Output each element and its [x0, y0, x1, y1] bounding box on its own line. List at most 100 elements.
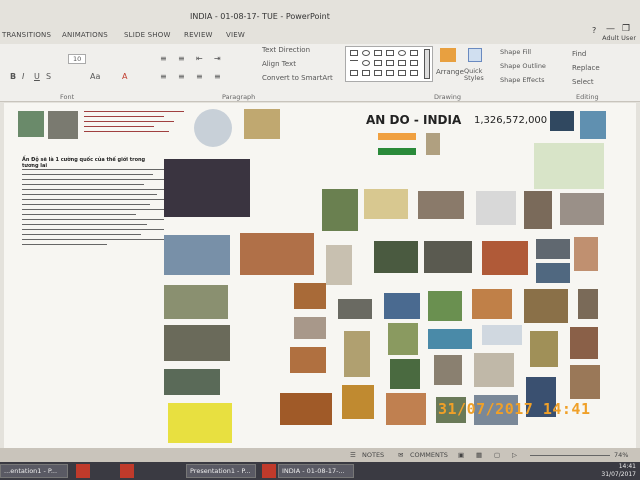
tab-view[interactable]: VIEW [226, 31, 245, 39]
callout-shape-icon[interactable] [398, 70, 406, 76]
tab-transitions[interactable]: TRANSITIONS [2, 31, 51, 39]
street-photo [322, 189, 358, 231]
protest-photo [164, 325, 230, 361]
callout-shape-icon[interactable] [410, 70, 418, 76]
square-shape-icon[interactable] [374, 60, 382, 66]
powerpoint-icon[interactable] [262, 464, 276, 478]
taskbar-item[interactable]: Presentation1 - P... [186, 464, 256, 478]
bazaar-photo [472, 289, 512, 319]
palace-photo [474, 353, 514, 387]
slideshow-icon[interactable]: ▷ [512, 451, 517, 459]
arrow-shape-icon[interactable] [398, 60, 406, 66]
normal-view-icon[interactable]: ▣ [458, 451, 464, 459]
shape-outline-button[interactable]: Shape Outline [500, 62, 546, 70]
align-text-button[interactable]: Align Text [262, 60, 296, 68]
reading-view-icon[interactable]: ▢ [494, 451, 500, 459]
dancer-photo [570, 327, 598, 359]
notes-icon[interactable]: ☰ [350, 451, 356, 459]
arrange-button[interactable]: Arrange [436, 68, 464, 76]
hawa-mahal-photo [386, 393, 426, 425]
brace-shape-icon[interactable] [374, 70, 382, 76]
slide-canvas[interactable]: AN DO - INDIA 1,326,572,000 Ấn Độ sẽ là … [4, 103, 636, 448]
taskbar-item[interactable]: INDIA - 01-08-17-... [278, 464, 354, 478]
banyan-tree-photo [390, 359, 420, 389]
quick-styles-button[interactable]: Quick Styles [464, 68, 490, 82]
tab-animations[interactable]: ANIMATIONS [62, 31, 108, 39]
justify-icon[interactable]: ≡ [214, 72, 221, 81]
star-shape-icon[interactable] [386, 70, 394, 76]
bold-button[interactable]: B [10, 72, 16, 81]
night-map-image [550, 111, 574, 131]
quick-styles-icon[interactable] [468, 48, 482, 62]
comments-button[interactable]: COMMENTS [410, 451, 448, 459]
oval-shape-icon[interactable] [398, 50, 406, 56]
replace-button[interactable]: Replace [572, 64, 600, 72]
bullets-icon[interactable]: ≡ [160, 54, 167, 63]
underline-button[interactable]: U [34, 72, 40, 81]
shape-fill-button[interactable]: Shape Fill [500, 48, 531, 56]
oval-shape-icon[interactable] [362, 50, 370, 56]
align-left-icon[interactable]: ≡ [160, 72, 167, 81]
taskbar-clock[interactable]: 14:41 31/07/2017 [601, 463, 636, 479]
change-case-button[interactable]: Aa [90, 72, 100, 81]
account-user[interactable]: Adult User [602, 34, 636, 42]
slide-sorter-icon[interactable]: ▦ [476, 451, 482, 459]
numbering-icon[interactable]: ≡ [178, 54, 185, 63]
star-shape-icon[interactable] [410, 60, 418, 66]
rounded-rectangle-shape-icon[interactable] [374, 50, 382, 56]
notes-button[interactable]: NOTES [362, 451, 384, 459]
river-dolphin-image [428, 329, 472, 349]
font-size-select[interactable]: 10 [68, 54, 87, 64]
arrow-shape-icon[interactable] [386, 60, 394, 66]
convert-smartart-button[interactable]: Convert to SmartArt [262, 74, 333, 82]
tower-photo [578, 289, 598, 319]
rectangle-shape-icon[interactable] [386, 50, 394, 56]
align-center-icon[interactable]: ≡ [178, 72, 185, 81]
troops-photo [164, 369, 220, 395]
hut-photo [524, 289, 568, 323]
increase-indent-icon[interactable]: ⇥ [214, 54, 221, 63]
comments-icon[interactable]: ✉ [398, 451, 403, 459]
sunset-photo [294, 283, 326, 309]
strikethrough-button[interactable]: S [46, 72, 51, 81]
paragraph-group-label: Paragraph [222, 93, 256, 101]
status-bar: ☰ NOTES ✉ COMMENTS ▣ ▦ ▢ ▷ 74% [0, 448, 640, 462]
stamp-image [364, 189, 408, 219]
find-button[interactable]: Find [572, 50, 586, 58]
elephant-photo [388, 323, 418, 355]
circle-shape-icon[interactable] [362, 60, 370, 66]
decrease-indent-icon[interactable]: ⇤ [196, 54, 203, 63]
taskbar: ...entation1 - P... Presentation1 - P...… [0, 462, 640, 480]
historic-photo [418, 191, 464, 219]
line-shape-icon[interactable] [350, 60, 358, 66]
brace-shape-icon[interactable] [362, 70, 370, 76]
leaders-photo [164, 159, 250, 217]
triangle-shape-icon[interactable] [350, 70, 358, 76]
powerpoint-icon[interactable] [120, 464, 134, 478]
zoom-level[interactable]: 74% [614, 451, 628, 459]
taskbar-item[interactable]: ...entation1 - P... [0, 464, 68, 478]
shape-effects-button[interactable]: Shape Effects [500, 76, 545, 84]
portrait-photo [48, 111, 78, 139]
rectangle-shape-icon[interactable] [350, 50, 358, 56]
tab-slide-show[interactable]: SLIDE SHOW [124, 31, 171, 39]
text-direction-button[interactable]: Text Direction [262, 46, 310, 54]
festival-photo [482, 241, 528, 275]
italic-button[interactable]: I [22, 72, 24, 81]
arrange-icon[interactable] [440, 48, 456, 62]
font-color-button[interactable]: A [122, 72, 127, 81]
align-right-icon[interactable]: ≡ [196, 72, 203, 81]
shapes-gallery[interactable] [345, 46, 433, 82]
zoom-slider[interactable] [530, 455, 610, 456]
gallery-scroll[interactable] [424, 49, 430, 79]
rectangle-shape-icon[interactable] [410, 50, 418, 56]
parade-photo [164, 235, 230, 275]
tab-review[interactable]: REVIEW [184, 31, 213, 39]
select-button[interactable]: Select [572, 78, 594, 86]
map-logo-image [168, 403, 232, 443]
spices-photo [280, 393, 332, 425]
landscape-photo [384, 293, 420, 319]
temple-photo [574, 237, 598, 271]
powerpoint-icon[interactable] [76, 464, 90, 478]
statue-photo [326, 245, 352, 285]
